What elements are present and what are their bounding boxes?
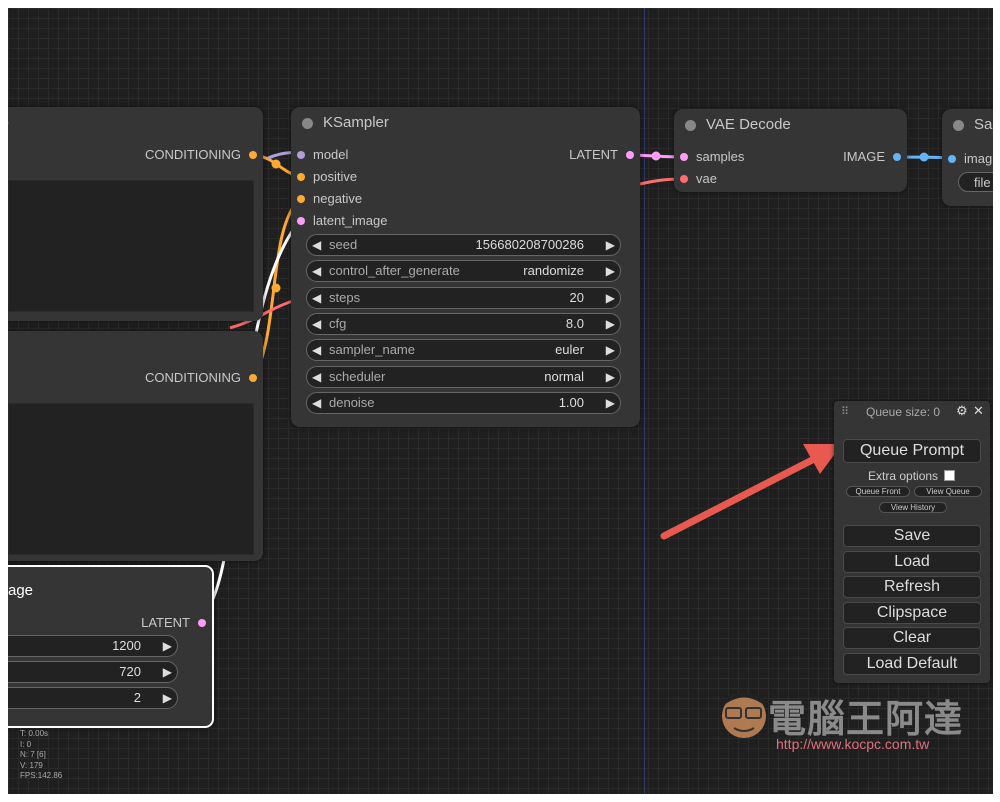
close-icon[interactable]: ✕ — [973, 403, 984, 419]
load-button[interactable]: Load — [843, 551, 981, 573]
render-stats: T: 0.00s I: 0 N: 7 [6] V: 179 FPS:142.86 — [20, 729, 63, 780]
clipspace-button[interactable]: Clipspace — [843, 602, 981, 624]
watermark-logo: 電腦王阿達 http://www.kocpc.com.tw — [716, 686, 976, 758]
drag-handle-icon[interactable]: ⠿ — [841, 405, 849, 418]
extra-options-label: Extra options — [868, 469, 939, 483]
settings-gear-icon[interactable]: ⚙ — [956, 403, 968, 419]
queue-panel[interactable]: ⠿ Queue size: 0 ⚙ ✕ Queue Prompt Extra o… — [834, 401, 990, 683]
queue-size-label: Queue size: 0 — [866, 405, 941, 419]
extra-options-checkbox[interactable] — [944, 470, 955, 481]
save-button[interactable]: Save — [843, 525, 981, 547]
queue-front-button[interactable]: Queue Front — [846, 486, 910, 497]
watermark-url: http://www.kocpc.com.tw — [776, 736, 930, 752]
view-history-button[interactable]: View History — [879, 502, 947, 513]
load-default-button[interactable]: Load Default — [843, 653, 981, 675]
watermark-text: 電腦王阿達 — [768, 699, 964, 741]
node-graph-canvas[interactable]: t) CONDITIONING ) CONDITIONING age LATEN… — [8, 8, 993, 794]
clear-button[interactable]: Clear — [843, 627, 981, 649]
queue-prompt-button[interactable]: Queue Prompt — [843, 439, 981, 463]
mascot-face-icon — [722, 692, 766, 738]
view-queue-button[interactable]: View Queue — [914, 486, 982, 497]
refresh-button[interactable]: Refresh — [843, 576, 981, 598]
